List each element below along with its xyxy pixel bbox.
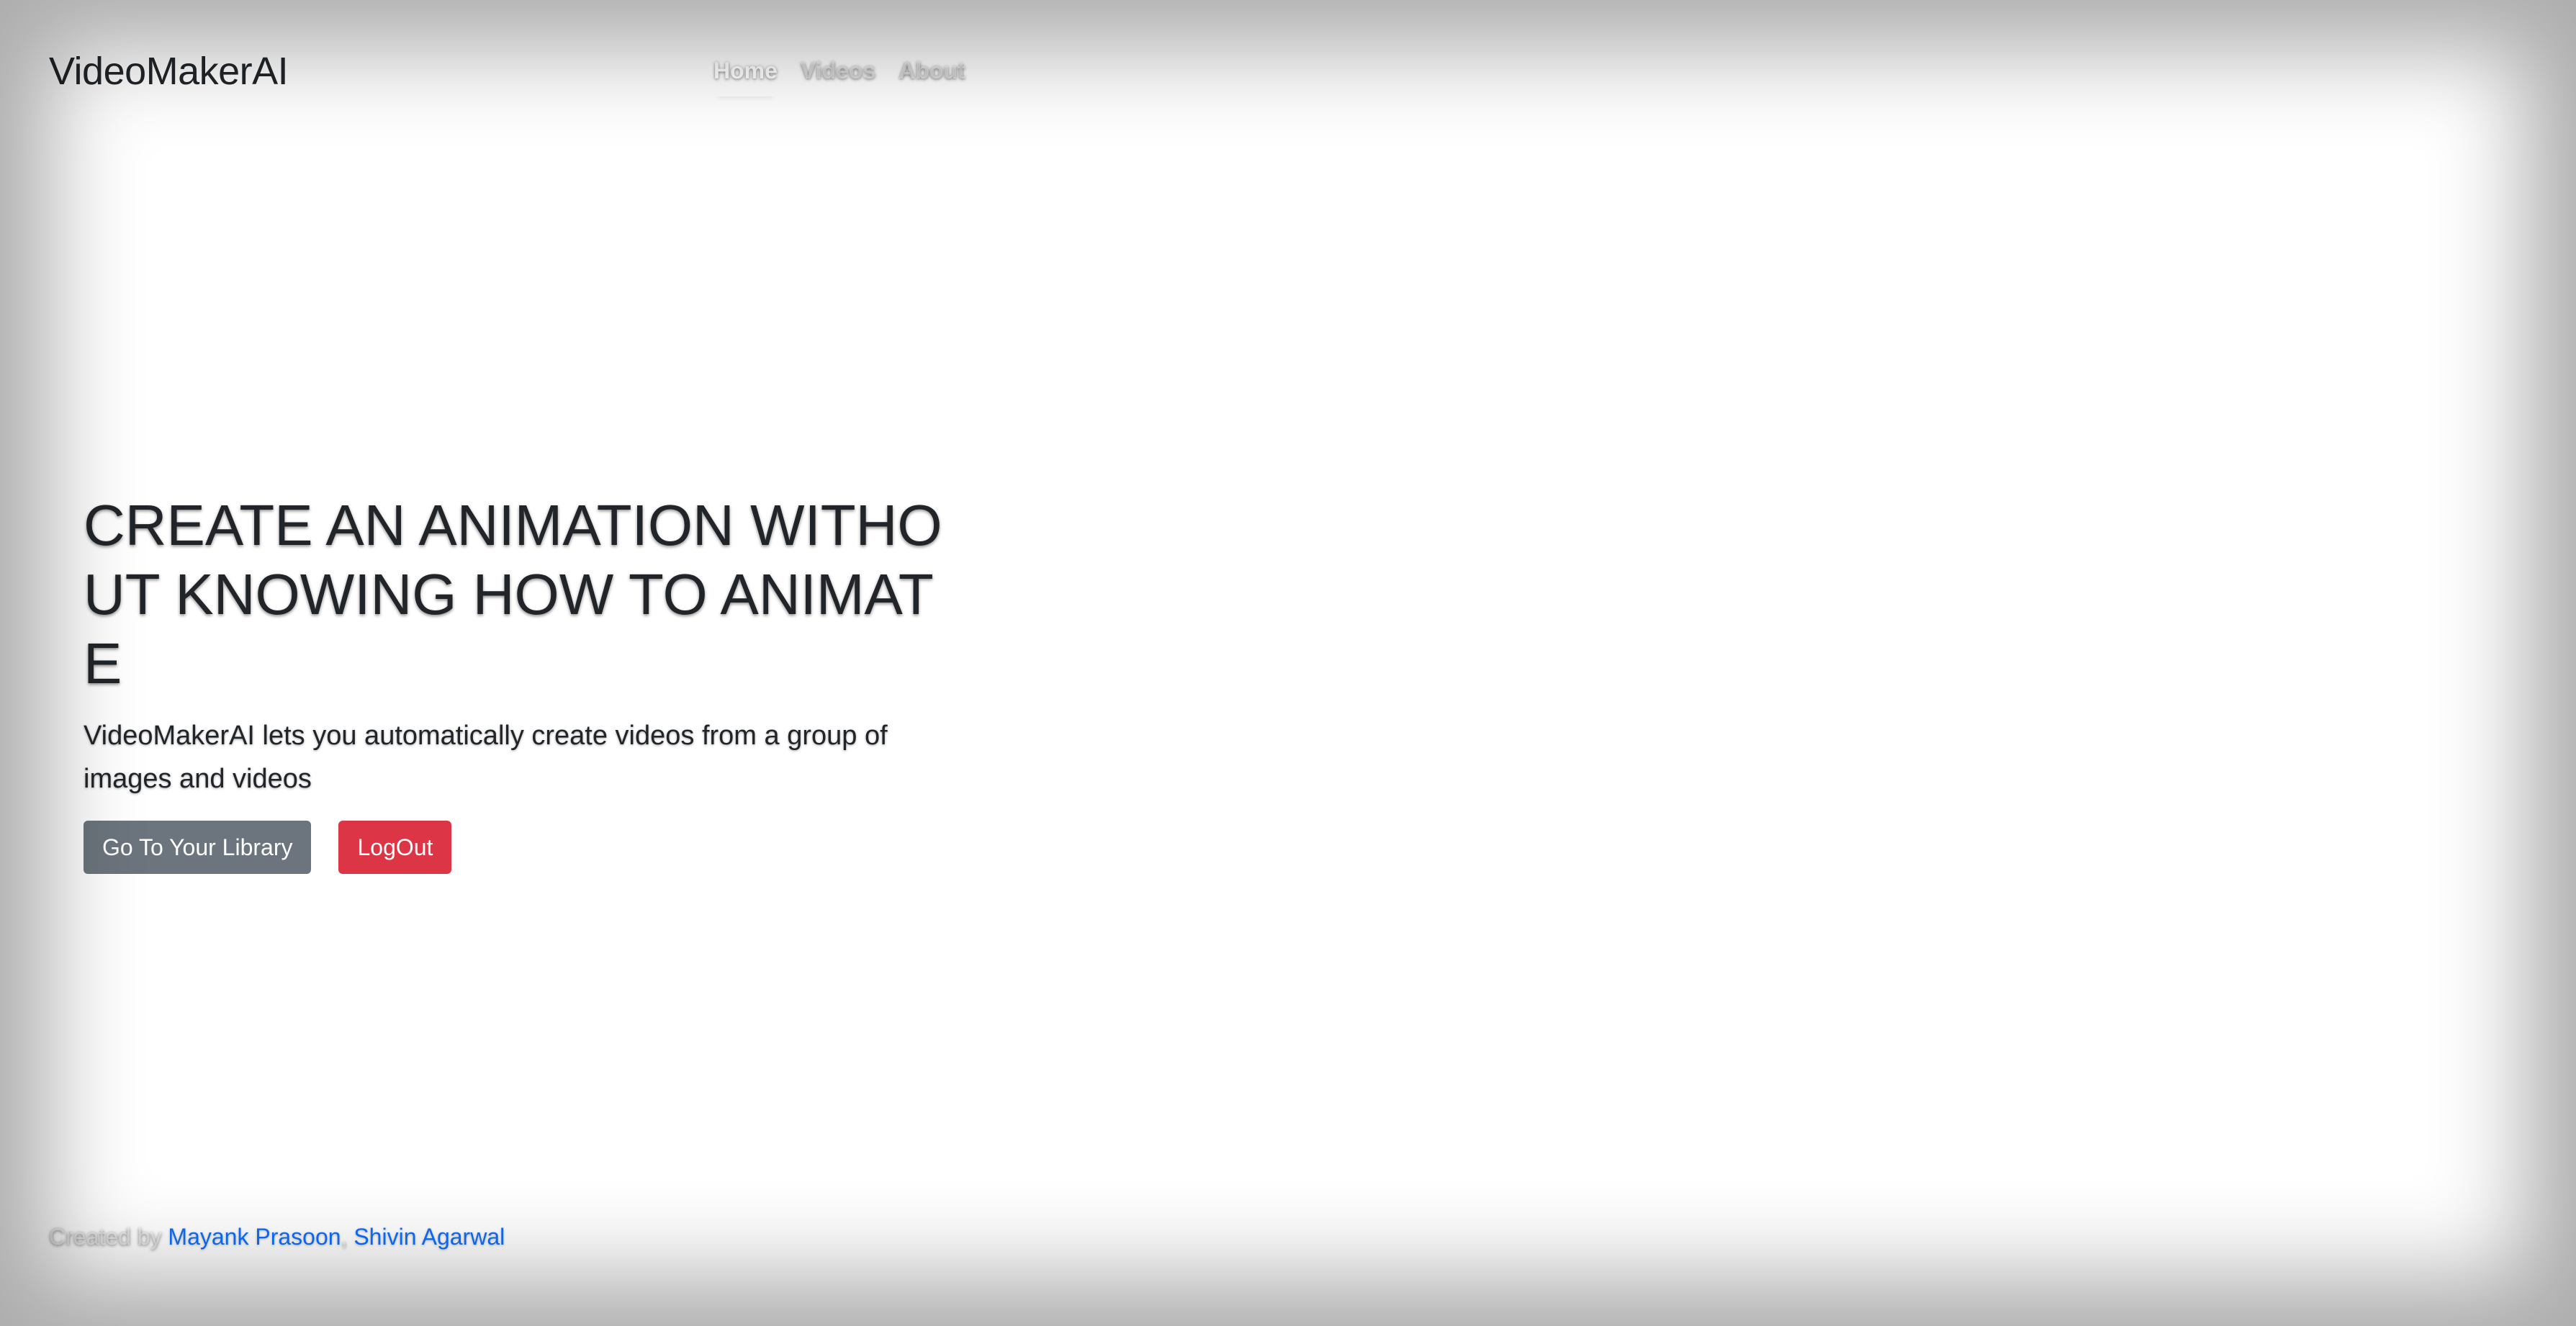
hero-title: CREATE AN ANIMATION WITHOUT KNOWING HOW …: [84, 493, 942, 695]
nav-link-videos[interactable]: Videos: [801, 55, 875, 96]
author-link-mayank[interactable]: Mayank Prasoon: [168, 1224, 341, 1250]
author-link-shivin[interactable]: Shivin Agarwal: [353, 1224, 505, 1250]
footer-separator: ,: [341, 1224, 348, 1250]
footer: Created by Mayank Prasoon, Shivin Agarwa…: [49, 1221, 505, 1253]
hero-lead: VideoMakerAI lets you automatically crea…: [84, 721, 888, 794]
hero-section: CREATE AN ANIMATION WITHOUT KNOWING HOW …: [84, 491, 969, 874]
hero-actions: Go To Your Library LogOut: [84, 821, 969, 874]
nav-link-about[interactable]: About: [899, 55, 965, 96]
footer-created-by: Created by: [49, 1224, 162, 1250]
brand-logo[interactable]: VideoMakerAI: [49, 48, 289, 95]
nav-link-home[interactable]: Home: [713, 55, 778, 96]
logout-button[interactable]: LogOut: [338, 821, 452, 874]
go-to-library-button[interactable]: Go To Your Library: [84, 821, 312, 874]
main-nav: Home Videos About: [713, 55, 965, 96]
